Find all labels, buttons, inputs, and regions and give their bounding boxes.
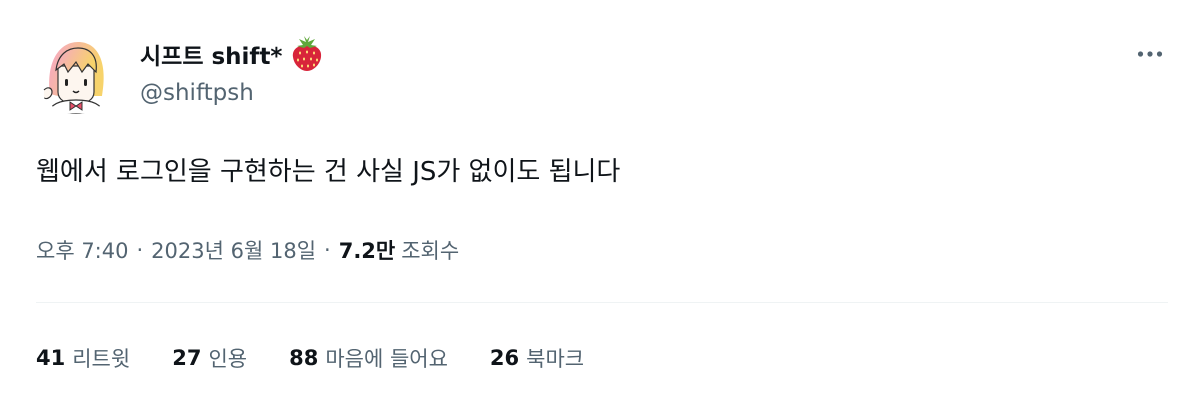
tweet-text: 웹에서 로그인을 구현하는 건 사실 JS가 없이도 됩니다 [36, 157, 621, 187]
quotes-label: 인용 [208, 347, 248, 371]
quotes-count: 27 [172, 346, 202, 370]
retweets-label: 리트윗 [72, 347, 131, 371]
retweets-stat[interactable]: 41 리트윗 [36, 343, 130, 373]
bookmarks-count: 26 [489, 346, 520, 370]
avatar[interactable] [36, 34, 116, 114]
meta-separator: · [136, 238, 144, 262]
meta-separator: · [324, 238, 331, 262]
tweet-card: 시프트 shift* @shiftpsh 웹에서 로그인을 구현하는 건 사실 … [0, 0, 1194, 408]
quotes-stat[interactable]: 27 인용 [172, 343, 247, 373]
author-name-row: 시프트 shift* [140, 34, 324, 74]
likes-label: 마음에 들어요 [325, 347, 448, 371]
more-options-button[interactable] [1128, 36, 1172, 72]
author-handle[interactable]: @shiftpsh [140, 80, 254, 106]
divider [36, 302, 1168, 303]
bookmarks-label: 북마크 [526, 347, 585, 371]
views-count: 7.2만 [338, 239, 396, 263]
tweet-date[interactable]: 2023년 6월 18일 [151, 235, 316, 265]
retweets-count: 41 [36, 346, 66, 370]
strawberry-emoji [293, 36, 322, 71]
bookmarks-stat[interactable]: 26 북마크 [490, 343, 584, 373]
tweet-meta: 오후 7:40 · 2023년 6월 18일 · 7.2만 조회수 [36, 232, 459, 268]
more-dots-icon [1137, 51, 1163, 57]
engagement-stats: 41 리트윗 27 인용 88 마음에 들어요 26 북마크 [36, 340, 626, 376]
avatar-illustration [36, 34, 116, 114]
display-name[interactable]: 시프트 shift* [140, 37, 282, 71]
likes-stat[interactable]: 88 마음에 들어요 [289, 343, 448, 373]
views-label: 조회수 [401, 239, 460, 263]
tweet-time[interactable]: 오후 7:40 [36, 235, 128, 265]
likes-count: 88 [289, 346, 319, 370]
